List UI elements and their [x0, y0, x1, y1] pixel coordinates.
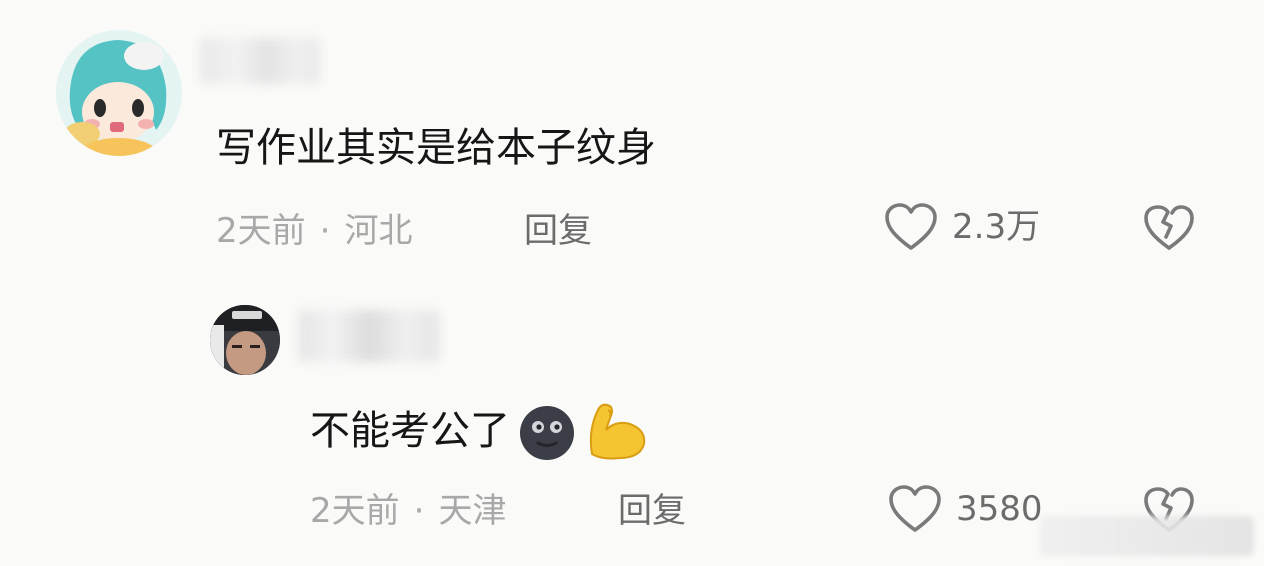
comment-text: 写作业其实是给本子纹身 — [216, 125, 656, 171]
reply-button[interactable]: 回复 — [618, 491, 686, 531]
username-redacted — [298, 310, 440, 362]
avatar-image — [56, 30, 182, 156]
dislike-button[interactable] — [1143, 204, 1195, 256]
watermark-redacted — [1040, 516, 1254, 556]
avatar[interactable] — [56, 30, 182, 156]
comment-section: 写作业其实是给本子纹身 2天前 · 河北 回复 2.3万 不能考公了 2天前 ·… — [0, 0, 1264, 566]
reply-button[interactable]: 回复 — [524, 211, 592, 251]
meta-separator: · — [413, 491, 425, 531]
comment-text: 不能考公了 — [310, 408, 510, 454]
heart-icon — [889, 485, 941, 532]
new-moon-face-emoji — [520, 406, 574, 460]
like-count: 3580 — [956, 489, 1043, 529]
comment-location: 河北 — [344, 211, 413, 251]
broken-heart-icon — [1144, 205, 1194, 250]
username-redacted — [200, 38, 320, 84]
comment-time: 2天前 — [216, 211, 306, 251]
flexed-biceps-emoji — [589, 403, 646, 460]
comment-time: 2天前 — [310, 491, 400, 531]
reply-text-row: 不能考公了 — [310, 400, 652, 462]
avatar-image — [210, 305, 280, 375]
comment-meta: 2天前 · 天津 — [310, 491, 506, 531]
like-count: 2.3万 — [952, 207, 1041, 247]
comment-meta: 2天前 · 河北 — [216, 211, 412, 251]
reply-avatar[interactable] — [210, 305, 280, 375]
heart-icon — [885, 203, 937, 250]
comment-location: 天津 — [438, 491, 507, 531]
like-button[interactable]: 3580 — [888, 484, 1043, 534]
like-button[interactable]: 2.3万 — [884, 202, 1040, 252]
meta-separator: · — [319, 211, 331, 251]
